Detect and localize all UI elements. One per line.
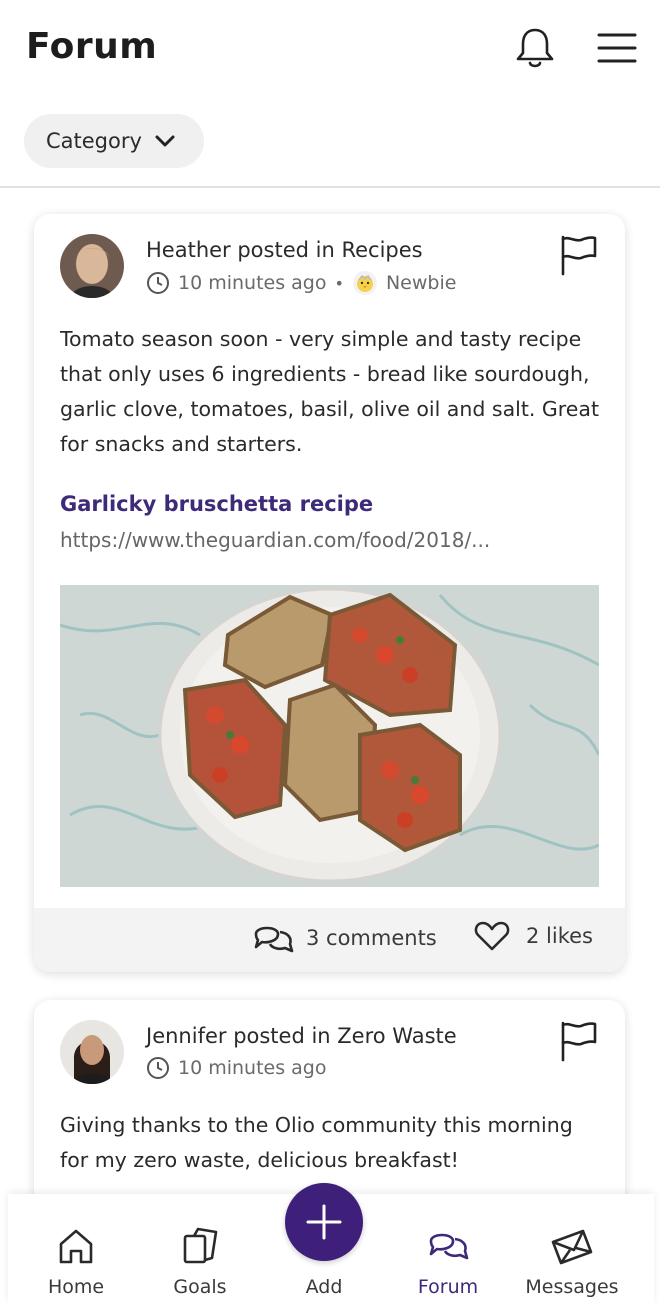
heart-icon — [474, 921, 510, 951]
clock-icon — [147, 272, 169, 294]
goals-icon — [183, 1227, 218, 1264]
post-author-line: Jennifer posted in Zero Waste — [146, 1024, 457, 1048]
post-meta: 10 minutes ago — [146, 1056, 327, 1080]
hamburger-menu-icon[interactable] — [596, 30, 638, 66]
page-title: Forum — [26, 26, 158, 67]
post-image[interactable] — [60, 585, 599, 887]
nav-forum-label: Forum — [417, 1276, 479, 1298]
post-author-line: Heather posted in Recipes — [146, 238, 423, 262]
divider — [0, 186, 660, 188]
post-time: 10 minutes ago — [178, 272, 327, 294]
flag-icon[interactable] — [559, 234, 599, 276]
clock-icon — [147, 1057, 169, 1079]
nav-home[interactable]: Home — [16, 1194, 136, 1304]
like-button[interactable]: 2 likes — [474, 920, 593, 952]
link-url[interactable]: https://www.theguardian.com/food/2018/..… — [60, 528, 600, 552]
comments-icon — [254, 926, 294, 953]
avatar[interactable] — [60, 234, 124, 298]
separator-dot: • — [334, 273, 344, 293]
add-button[interactable] — [285, 1183, 363, 1261]
nav-home-label: Home — [47, 1276, 105, 1298]
nav-add-label: Add — [305, 1276, 343, 1298]
avatar[interactable] — [60, 1020, 124, 1084]
plus-icon — [306, 1204, 342, 1240]
bell-icon[interactable] — [514, 26, 556, 70]
post-time: 10 minutes ago — [178, 1057, 327, 1079]
post-body: Giving thanks to the Olio community this… — [60, 1113, 573, 1172]
post-meta: 10 minutes ago • Newbie — [146, 270, 456, 296]
post-footer: 3 comments 2 likes — [34, 908, 625, 972]
link-title[interactable]: Garlicky bruschetta recipe — [60, 492, 373, 516]
category-label: Category — [46, 129, 142, 153]
likes-count: 2 likes — [526, 924, 593, 948]
forum-icon — [429, 1233, 469, 1260]
comments-button[interactable]: 3 comments — [252, 920, 437, 956]
user-badge: Newbie — [385, 272, 457, 294]
category-filter-button[interactable]: Category — [24, 114, 204, 168]
chevron-down-icon — [155, 135, 175, 147]
nav-goals-label: Goals — [173, 1276, 227, 1298]
chick-icon — [352, 271, 377, 295]
post-body: Tomato season soon - very simple and tas… — [60, 327, 599, 456]
nav-messages-label: Messages — [525, 1276, 619, 1298]
top-bar: Forum — [0, 0, 660, 96]
nav-forum[interactable]: Forum — [388, 1194, 508, 1304]
flag-icon[interactable] — [559, 1020, 599, 1062]
nav-goals[interactable]: Goals — [140, 1194, 260, 1304]
envelope-icon — [551, 1229, 593, 1265]
post-card[interactable]: Heather posted in Recipes 10 minutes ago… — [34, 214, 625, 972]
nav-messages[interactable]: Messages — [512, 1194, 632, 1304]
comments-count: 3 comments — [306, 926, 437, 950]
home-icon — [59, 1229, 93, 1264]
